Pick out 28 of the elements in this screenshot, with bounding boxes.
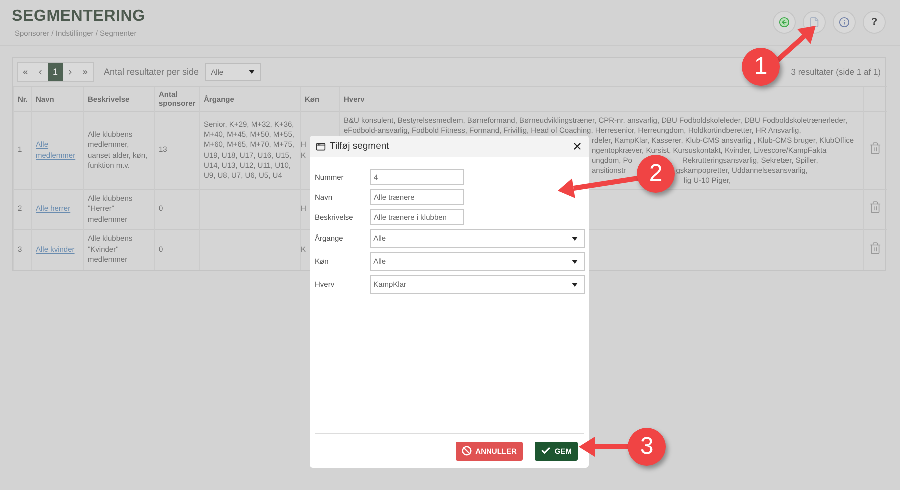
- back-button[interactable]: [773, 11, 796, 34]
- double-chevron-right-icon: [82, 68, 89, 76]
- trash-icon[interactable]: [868, 242, 882, 255]
- dialog-title: Tilføj segment: [330, 141, 390, 152]
- double-chevron-left-icon: [22, 68, 29, 76]
- close-button[interactable]: [572, 141, 583, 152]
- page-button[interactable]: 1: [48, 63, 63, 81]
- back-icon: [779, 17, 790, 28]
- info-icon: [839, 17, 850, 28]
- caret-icon: [572, 236, 578, 240]
- window-icon: [316, 142, 326, 152]
- check-icon: [540, 446, 551, 456]
- close-icon: [572, 141, 583, 152]
- ban-icon: [462, 446, 472, 456]
- document-icon: [809, 17, 820, 28]
- trash-icon[interactable]: [868, 201, 882, 214]
- info-button[interactable]: [833, 11, 856, 34]
- page-title: SEGMENTERING: [12, 8, 146, 26]
- caret-icon: [572, 282, 578, 286]
- caret-icon: [249, 70, 256, 74]
- help-button[interactable]: ?: [863, 11, 886, 34]
- step-badge: 3: [628, 428, 666, 466]
- chevron-right-icon: [67, 68, 74, 76]
- trash-icon[interactable]: [868, 142, 882, 156]
- results-summary: 3 resultater (side 1 af 1): [791, 67, 881, 77]
- chevron-left-icon: [37, 68, 44, 76]
- caret-icon: [572, 260, 578, 264]
- per-page-label: Antal resultater per side: [104, 67, 200, 77]
